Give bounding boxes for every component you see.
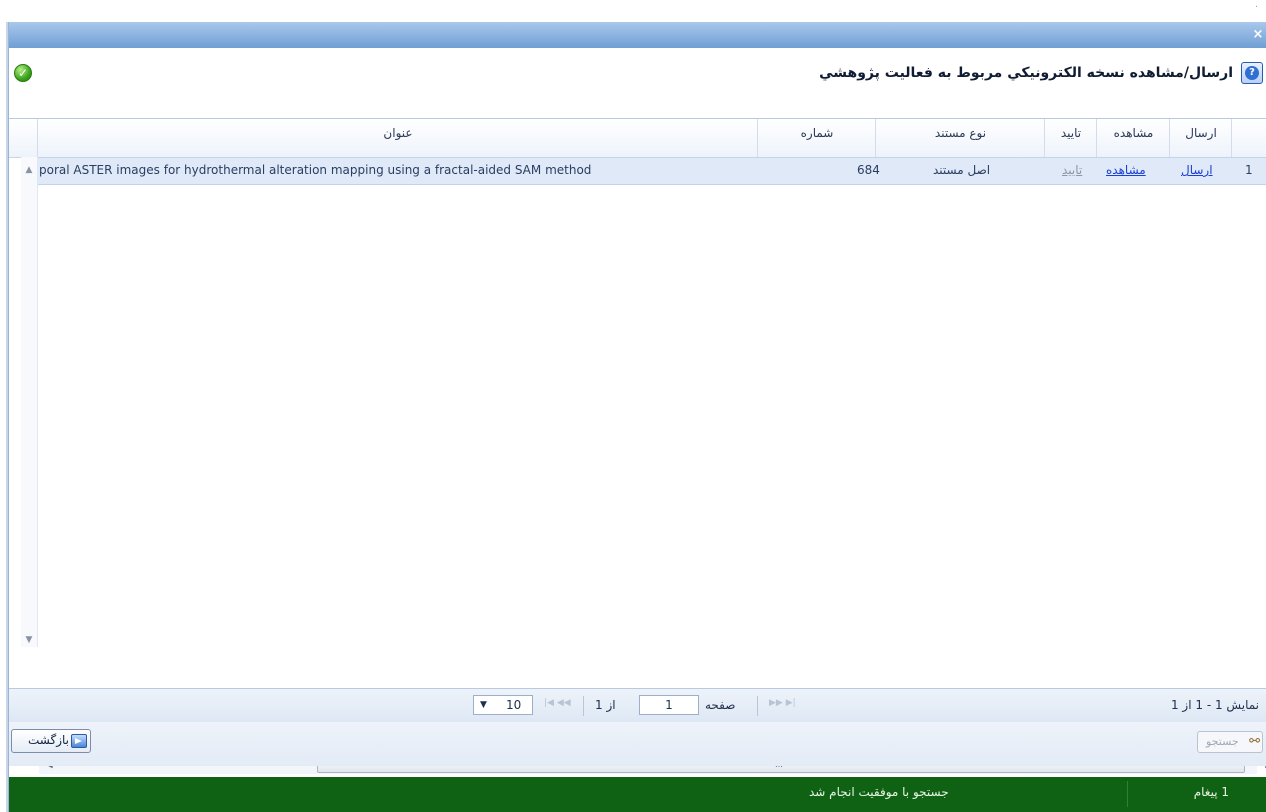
status-divider xyxy=(1127,781,1128,807)
title-cell: poral ASTER images for hydrothermal alte… xyxy=(39,163,592,177)
send-link[interactable]: ارسال xyxy=(1181,158,1213,184)
chevron-down-icon: ▼ xyxy=(480,700,487,710)
documents-grid: ارسال مشاهده تاييد نوع مستند شماره عنوان… xyxy=(9,118,1266,774)
approve-link: تاييد xyxy=(1062,163,1083,177)
dialog-window: × ? ارسال/مشاهده نسخه الكترونيكي مربوط ب… xyxy=(8,22,1266,812)
outer-page-text: · xyxy=(1254,2,1258,13)
table-row[interactable]: 1 ارسال مشاهده تاييد اصل مستند 684 poral… xyxy=(37,157,1266,185)
close-icon[interactable]: × xyxy=(1251,28,1265,42)
page-number-input[interactable]: 1 xyxy=(639,695,699,715)
page-title: ارسال/مشاهده نسخه الكترونيكي مربوط به فع… xyxy=(819,65,1233,81)
vertical-scrollbar[interactable]: ▲ ▼ xyxy=(21,157,38,647)
number-cell: 684 xyxy=(857,163,880,177)
back-button[interactable]: بازگشت xyxy=(11,729,91,753)
scroll-down-icon[interactable]: ▼ xyxy=(24,635,34,645)
dialog-titlebar: × xyxy=(9,22,1266,48)
back-arrow-icon xyxy=(71,734,87,748)
binoculars-icon: ⚯ xyxy=(1249,734,1260,749)
pager-separator xyxy=(583,696,584,716)
status-message: جستجو با موفقیت انجام شد xyxy=(809,785,949,799)
search-button-label: جستجو xyxy=(1206,735,1239,748)
page-size-select[interactable]: ▼ 10 xyxy=(473,695,533,715)
status-bar: جستجو با موفقیت انجام شد 1 پیغام xyxy=(9,777,1266,812)
grid-header-row: ارسال مشاهده تاييد نوع مستند شماره عنوان xyxy=(9,119,1266,158)
message-count[interactable]: 1 پیغام xyxy=(1194,785,1229,799)
outer-page-strip: · xyxy=(0,0,1266,22)
search-button[interactable]: جستجو ⚯ xyxy=(1197,731,1263,753)
column-header-doc-type[interactable]: نوع مستند xyxy=(875,119,1045,157)
page-of-label: از 1 xyxy=(595,698,616,712)
check-circle-icon: ✓ xyxy=(14,64,32,82)
column-header-view[interactable]: مشاهده xyxy=(1096,119,1170,157)
pagination-bar: نمایش 1 - 1 از 1 ▶▶ ▶| صفحه 1 از 1 |◀ ◀◀… xyxy=(9,688,1266,723)
last-page-icon: ▶▶ ▶| xyxy=(769,698,796,708)
doc-type-cell: اصل مستند xyxy=(933,163,991,177)
view-link[interactable]: مشاهده xyxy=(1106,158,1146,184)
column-header-title[interactable]: عنوان xyxy=(37,119,758,157)
column-header-approve[interactable]: تاييد xyxy=(1044,119,1097,157)
page-size-value: 10 xyxy=(506,698,522,712)
dialog-header: ? ارسال/مشاهده نسخه الكترونيكي مربوط به … xyxy=(9,50,1266,100)
bottom-toolbar: بازگشت جستجو ⚯ xyxy=(9,722,1266,766)
column-header-send[interactable]: ارسال xyxy=(1169,119,1232,157)
first-page-icon: |◀ ◀◀ xyxy=(544,698,571,708)
column-header-number[interactable]: شماره xyxy=(757,119,876,157)
row-index: 1 xyxy=(1245,163,1253,177)
back-button-label: بازگشت xyxy=(28,733,69,747)
help-icon[interactable]: ? xyxy=(1241,62,1263,84)
scroll-up-icon[interactable]: ▲ xyxy=(24,165,34,175)
page-label: صفحه xyxy=(705,698,736,712)
column-header-index xyxy=(1231,119,1266,157)
pager-separator xyxy=(757,696,758,716)
pager-summary: نمایش 1 - 1 از 1 xyxy=(1170,698,1259,712)
